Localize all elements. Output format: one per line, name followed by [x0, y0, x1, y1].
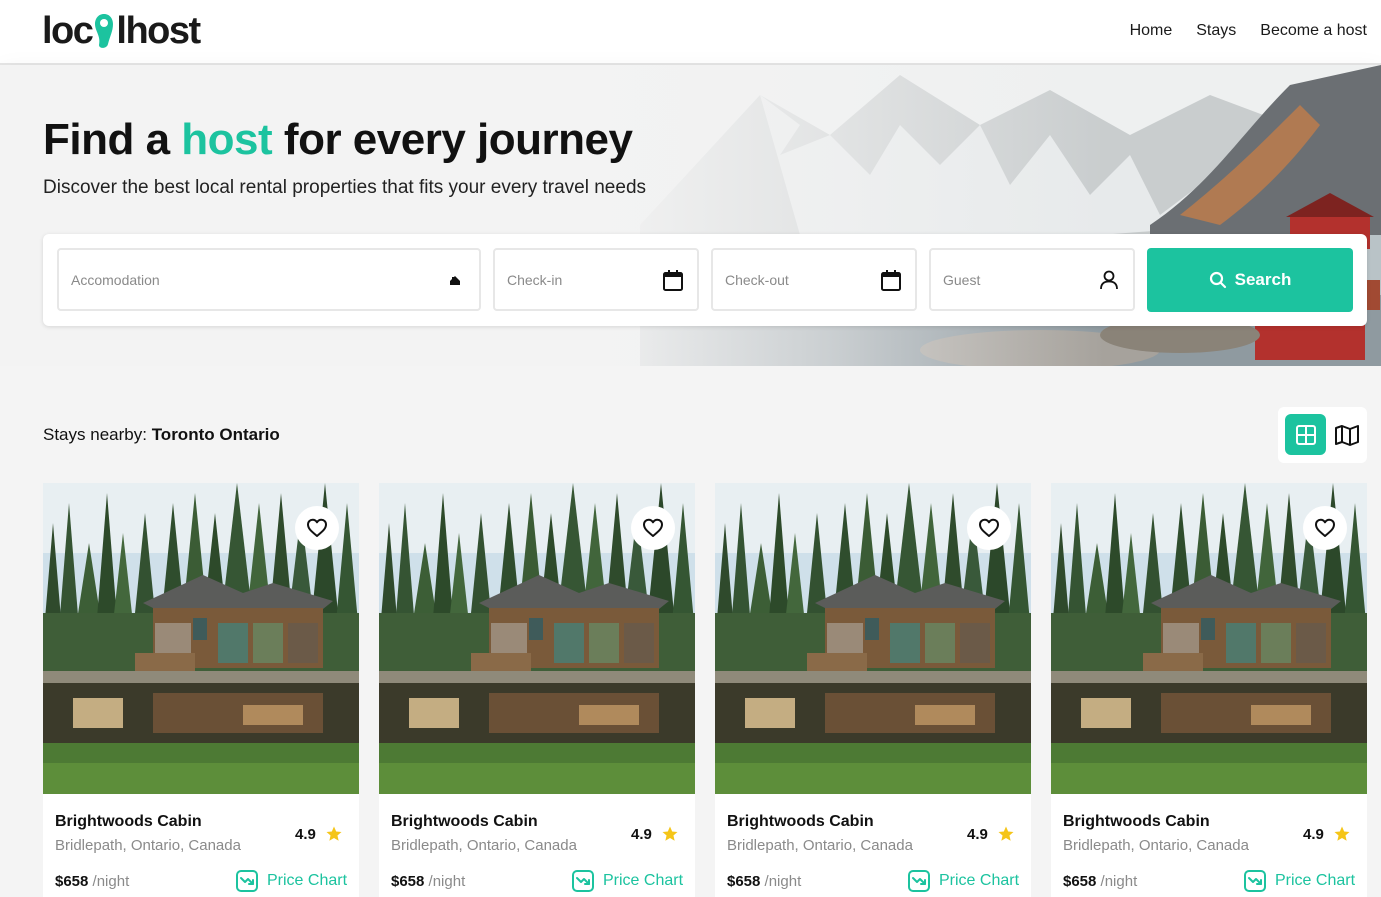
nearby-label: Stays nearby:	[43, 425, 147, 444]
listing-location: Bridlepath, Ontario, Canada	[1063, 837, 1249, 854]
listing-name: Brightwoods Cabin	[1063, 813, 1210, 830]
listing-location: Bridlepath, Ontario, Canada	[391, 837, 577, 854]
price-value: $658	[1063, 873, 1097, 890]
home-icon	[443, 268, 467, 292]
star-icon	[1334, 826, 1350, 841]
hero-banner: Find a host for every journey Discover t…	[0, 65, 1381, 366]
hero-headline: Find a host for every journey	[43, 115, 633, 165]
rating-value: 4.9	[295, 825, 316, 843]
logo-text-left: loc	[42, 9, 94, 52]
logo[interactable]: loc lhost	[42, 9, 201, 52]
user-icon	[1097, 268, 1121, 292]
stays-nearby-heading: Stays nearby: Toronto Ontario	[43, 425, 280, 445]
favorite-button[interactable]	[631, 506, 675, 550]
heart-icon	[307, 518, 327, 537]
listing-card[interactable]: Brightwoods Cabin Bridlepath, Ontario, C…	[379, 483, 695, 897]
price-chart-link[interactable]: Price Chart	[907, 869, 1019, 893]
listing-location: Bridlepath, Ontario, Canada	[727, 837, 913, 854]
trend-chart-icon	[1244, 870, 1266, 892]
favorite-button[interactable]	[295, 506, 339, 550]
map-icon	[1334, 424, 1359, 446]
rating-value: 4.9	[967, 825, 988, 843]
listing-name: Brightwoods Cabin	[391, 813, 538, 830]
guest-placeholder: Guest	[943, 272, 981, 288]
checkout-field[interactable]: Check-out	[711, 248, 917, 311]
star-icon	[998, 826, 1014, 841]
trend-chart-icon	[908, 870, 930, 892]
map-pin-icon	[93, 11, 115, 51]
listing-name: Brightwoods Cabin	[55, 813, 202, 830]
listing-card[interactable]: Brightwoods Cabin Bridlepath, Ontario, C…	[1051, 483, 1367, 897]
search-button-label: Search	[1234, 270, 1292, 289]
listing-price: $658 /night	[1063, 873, 1137, 890]
checkout-placeholder: Check-out	[725, 272, 789, 288]
price-chart-label: Price Chart	[603, 872, 684, 889]
listing-card[interactable]: Brightwoods Cabin Bridlepath, Ontario, C…	[43, 483, 359, 897]
rating-value: 4.9	[1303, 825, 1324, 843]
listing-location: Bridlepath, Ontario, Canada	[55, 837, 241, 854]
heart-icon	[643, 518, 663, 537]
accommodation-placeholder: Accomodation	[71, 272, 160, 288]
price-unit: /night	[428, 873, 466, 890]
map-view-button[interactable]	[1330, 414, 1363, 455]
search-icon	[1209, 271, 1226, 289]
price-value: $658	[391, 873, 425, 890]
checkin-field[interactable]: Check-in	[493, 248, 699, 311]
view-toggle	[1278, 407, 1367, 463]
nav-stays[interactable]: Stays	[1196, 22, 1236, 40]
listing-rating: 4.9	[967, 825, 1015, 843]
favorite-button[interactable]	[1303, 506, 1347, 550]
search-bar: Accomodation Check-in Check-out Guest Se…	[43, 234, 1367, 326]
price-chart-label: Price Chart	[939, 872, 1020, 889]
price-chart-link[interactable]: Price Chart	[235, 869, 347, 893]
price-chart-label: Price Chart	[267, 872, 348, 889]
listing-section: Stays nearby: Toronto Ontario Brightwood…	[0, 366, 1381, 897]
price-unit: /night	[92, 873, 130, 890]
rating-value: 4.9	[631, 825, 652, 843]
headline-accent: host	[181, 115, 273, 164]
star-icon	[326, 826, 342, 841]
trend-chart-icon	[572, 870, 594, 892]
listing-price: $658 /night	[55, 873, 129, 890]
headline-pre: Find a	[43, 115, 170, 164]
listing-rating: 4.9	[631, 825, 679, 843]
price-unit: /night	[1100, 873, 1138, 890]
search-button[interactable]: Search	[1147, 248, 1353, 312]
logo-text-right: lhost	[116, 9, 201, 52]
top-navbar: loc lhost Home Stays Become a host	[0, 0, 1381, 65]
price-chart-link[interactable]: Price Chart	[1243, 869, 1355, 893]
favorite-button[interactable]	[967, 506, 1011, 550]
listing-rating: 4.9	[295, 825, 343, 843]
price-chart-label: Price Chart	[1275, 872, 1356, 889]
price-value: $658	[727, 873, 761, 890]
grid-view-button[interactable]	[1285, 414, 1326, 455]
guest-field[interactable]: Guest	[929, 248, 1135, 311]
nav-home[interactable]: Home	[1130, 22, 1173, 40]
headline-post: for every journey	[283, 115, 633, 164]
listing-price: $658 /night	[727, 873, 801, 890]
listing-rating: 4.9	[1303, 825, 1351, 843]
trend-chart-icon	[236, 870, 258, 892]
listing-name: Brightwoods Cabin	[727, 813, 874, 830]
checkin-placeholder: Check-in	[507, 272, 563, 288]
listing-price: $658 /night	[391, 873, 465, 890]
calendar-icon	[661, 268, 685, 292]
star-icon	[662, 826, 678, 841]
main-nav: Home Stays Become a host	[1130, 22, 1367, 40]
heart-icon	[979, 518, 999, 537]
price-chart-link[interactable]: Price Chart	[571, 869, 683, 893]
accommodation-field[interactable]: Accomodation	[57, 248, 481, 311]
hero-subline: Discover the best local rental propertie…	[43, 177, 647, 198]
price-value: $658	[55, 873, 89, 890]
heart-icon	[1315, 518, 1335, 537]
listing-card[interactable]: Brightwoods Cabin Bridlepath, Ontario, C…	[715, 483, 1031, 897]
price-unit: /night	[764, 873, 802, 890]
calendar-icon	[879, 268, 903, 292]
nav-become-host[interactable]: Become a host	[1260, 22, 1367, 40]
nearby-location: Toronto Ontario	[151, 425, 280, 444]
grid-icon	[1295, 424, 1316, 445]
